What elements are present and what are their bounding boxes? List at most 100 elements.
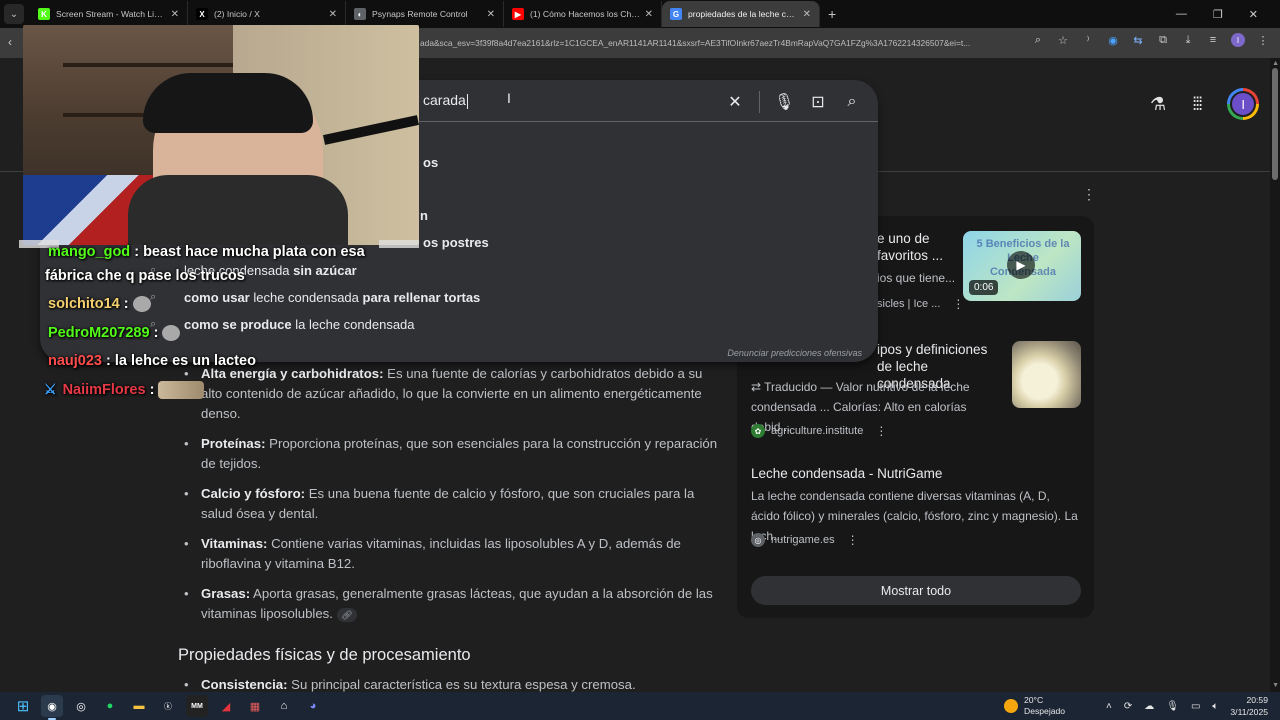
tray-chevron-icon[interactable]: ˄ bbox=[1106, 701, 1112, 712]
suggestion-partial-1[interactable]: os bbox=[423, 155, 438, 170]
image-search-icon[interactable]: ⊡ bbox=[808, 92, 828, 112]
report-predictions-link[interactable]: Denunciar predicciones ofensivas bbox=[727, 348, 862, 358]
tray-speaker-icon[interactable]: 🔈︎ bbox=[1212, 701, 1218, 712]
browser-tab[interactable]: X (2) Inicio / X ✕ bbox=[188, 1, 346, 27]
extensions-puzzle-icon[interactable]: ⧉ bbox=[1156, 33, 1170, 47]
kick-app-icon[interactable]: ⓚ bbox=[157, 695, 179, 717]
tab-search-button[interactable]: ⌄ bbox=[4, 4, 24, 24]
obs-icon[interactable]: ◎ bbox=[70, 695, 92, 717]
app-icon[interactable]: ◢ bbox=[215, 695, 237, 717]
browser-tab[interactable]: ◐ Psynaps Remote Control ✕ bbox=[346, 1, 504, 27]
chat-username[interactable]: mango_god bbox=[48, 244, 130, 260]
list-item: Calcio y fósforo: Es una buena fuente de… bbox=[178, 484, 718, 524]
card1-video-thumbnail[interactable]: 5 Beneficios de la Leche Condensada ▶ 0:… bbox=[963, 231, 1081, 301]
clear-search-icon[interactable]: ✕ bbox=[725, 92, 745, 112]
mm-app-icon[interactable]: MM bbox=[186, 695, 208, 717]
back-arrow-icon[interactable]: ‹ bbox=[8, 35, 12, 49]
close-tab-icon[interactable]: ✕ bbox=[803, 9, 811, 20]
browser-tab[interactable]: Gpropiedades de la leche conde ✕ bbox=[662, 1, 820, 27]
suggestion-partial-3[interactable]: os postres bbox=[423, 235, 489, 250]
chat-text: fábrica che q pase los trucos bbox=[45, 268, 245, 284]
address-bar[interactable]: ada&sca_esv=3f39f8a4d7ea2161&rlz=1C1GCEA… bbox=[420, 32, 1070, 54]
card3-more-icon[interactable]: ⋮ bbox=[847, 533, 859, 547]
discord-icon[interactable]: ◕ bbox=[302, 695, 324, 717]
close-tab-icon[interactable]: ✕ bbox=[171, 9, 179, 20]
account-avatar-ring[interactable]: I bbox=[1227, 88, 1260, 120]
windows-start-icon[interactable]: ⊞ bbox=[12, 695, 34, 717]
browser-menu-icon[interactable]: ⋮ bbox=[1256, 33, 1270, 47]
chat-username[interactable]: NaiimFlores bbox=[63, 382, 146, 398]
minimize-icon[interactable]: — bbox=[1176, 8, 1187, 20]
search-suggestion[interactable]: ⌕ como se produce la leche condensada bbox=[150, 314, 415, 334]
scroll-up-icon[interactable]: ▲ bbox=[1272, 60, 1279, 67]
suggestion-tail: para rellenar tortas bbox=[362, 289, 481, 305]
card2-more-icon[interactable]: ⋮ bbox=[875, 424, 887, 438]
restore-icon[interactable]: ❐ bbox=[1213, 8, 1223, 21]
scroll-down-icon[interactable]: ▼ bbox=[1272, 682, 1279, 689]
search-query-text: carada bbox=[423, 92, 468, 109]
close-window-icon[interactable]: ✕ bbox=[1249, 8, 1258, 21]
zoom-icon[interactable]: ⌕ bbox=[1031, 33, 1045, 47]
taskbar-clock[interactable]: 20:59 3/11/2025 bbox=[1230, 694, 1268, 718]
search-box-actions: ✕ 🎙︎ ⊡ ⌕ bbox=[725, 91, 862, 113]
bookmark-star-icon[interactable]: ☆ bbox=[1056, 33, 1070, 47]
card1-title[interactable]: e uno de favoritos ... bbox=[877, 230, 959, 264]
extension-circle-icon[interactable]: ◉ bbox=[1106, 33, 1120, 47]
tray-cloud-icon[interactable]: ☁ bbox=[1144, 701, 1154, 712]
search-suggestion[interactable]: ⌕ como usar leche condensada para rellena… bbox=[150, 287, 480, 307]
browser-tab[interactable]: ▶ (1) Cómo Hacemos los Chocola ✕ bbox=[504, 1, 662, 27]
suggestion-partial-2[interactable]: n bbox=[420, 208, 428, 223]
browser-tab[interactable]: K Screen Stream - Watch Live on ✕ bbox=[30, 1, 188, 27]
extension-translate-icon[interactable]: ⁾ bbox=[1081, 33, 1095, 47]
tab-title: (2) Inicio / X bbox=[214, 9, 260, 19]
chat-message: nauj023 : la lehce es un lacteo bbox=[48, 353, 256, 369]
list-item: Vitaminas: Contiene varias vitaminas, in… bbox=[178, 534, 718, 574]
translate-icon: ⇄ bbox=[751, 380, 765, 394]
chat-username[interactable]: solchito14 bbox=[48, 296, 120, 312]
chat-username[interactable]: nauj023 bbox=[48, 353, 102, 369]
weather-widget[interactable]: 20°C Despejado bbox=[1004, 692, 1065, 720]
bullet-label: Consistencia: bbox=[201, 677, 288, 692]
bullet-text: Su principal característica es su textur… bbox=[287, 677, 636, 692]
browser-profile-avatar[interactable]: I bbox=[1231, 33, 1245, 47]
labs-flask-icon[interactable]: ⚗ bbox=[1150, 94, 1166, 115]
chat-separator: : bbox=[130, 244, 144, 260]
bullet-label: Proteínas: bbox=[201, 436, 266, 451]
close-tab-icon[interactable]: ✕ bbox=[645, 9, 653, 20]
extension-arrows-icon[interactable]: ⇆ bbox=[1131, 33, 1145, 47]
reading-list-icon[interactable]: ≡ bbox=[1206, 33, 1220, 47]
tray-mic-icon[interactable]: 🎙︎ bbox=[1166, 701, 1179, 712]
download-icon[interactable]: ⤓ bbox=[1181, 33, 1195, 47]
chrome-icon[interactable]: ◉ bbox=[41, 695, 63, 720]
new-tab-button[interactable]: + bbox=[828, 6, 836, 22]
close-tab-icon[interactable]: ✕ bbox=[329, 9, 337, 20]
spotify-icon[interactable]: ● bbox=[99, 695, 121, 717]
chat-username[interactable]: PedroM207289 bbox=[48, 325, 150, 341]
scrollbar-thumb[interactable] bbox=[1272, 68, 1278, 180]
card2-thumbnail[interactable] bbox=[1012, 341, 1081, 408]
suggestion-bold: como usar bbox=[184, 289, 254, 305]
calendar-app-icon[interactable]: ▦ bbox=[244, 695, 266, 717]
close-tab-icon[interactable]: ✕ bbox=[487, 9, 495, 20]
app-box-icon[interactable]: ⌂ bbox=[273, 695, 295, 717]
card1-source[interactable]: sicles | Ice ... ⋮ bbox=[877, 297, 964, 311]
panel-more-icon[interactable]: ⋮ bbox=[1082, 186, 1096, 203]
file-explorer-icon[interactable]: ▬ bbox=[128, 695, 150, 717]
card3-source[interactable]: ◎ nutrigame.es ⋮ bbox=[751, 533, 859, 547]
card2-source[interactable]: ✿ agriculture.institute ⋮ bbox=[751, 424, 887, 438]
shelf bbox=[63, 63, 233, 67]
tray-display-icon[interactable]: ▭ bbox=[1191, 701, 1200, 712]
source-link-icon[interactable]: 🔗︎ bbox=[336, 607, 357, 622]
card1-more-icon[interactable]: ⋮ bbox=[952, 297, 964, 311]
streamer-webcam bbox=[23, 25, 419, 245]
chat-separator: : bbox=[119, 296, 129, 312]
bullet-text: Aporta grasas, generalmente grasas lácte… bbox=[201, 586, 713, 621]
play-icon[interactable]: ▶ bbox=[1007, 251, 1035, 279]
google-apps-icon[interactable]: ⁞⁞⁞ bbox=[1192, 94, 1203, 115]
show-all-button[interactable]: Mostrar todo bbox=[751, 576, 1081, 605]
bullet-text: Proporciona proteínas, que son esenciale… bbox=[201, 436, 718, 471]
search-icon[interactable]: ⌕ bbox=[842, 93, 862, 111]
voice-search-icon[interactable]: 🎙︎ bbox=[774, 92, 794, 112]
card3-title[interactable]: Leche condensada - NutriGame bbox=[751, 465, 942, 482]
tray-sync-icon[interactable]: ⟳ bbox=[1124, 701, 1132, 712]
